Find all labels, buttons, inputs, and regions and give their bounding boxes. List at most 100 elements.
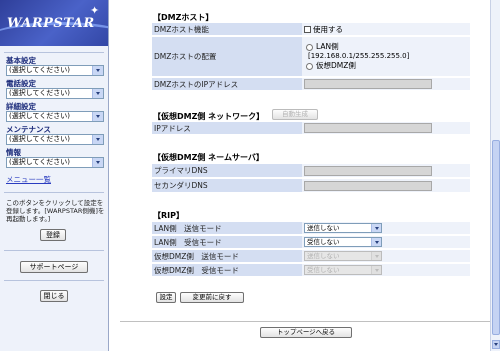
divider: [4, 280, 104, 281]
close-button[interactable]: 閉じる: [40, 290, 68, 302]
menu-list-link[interactable]: メニュー一覧: [6, 174, 51, 185]
checkbox-label: 使用する: [313, 24, 343, 34]
info-select[interactable]: (選択してください): [6, 157, 104, 168]
primary-dns-input[interactable]: [304, 165, 432, 176]
rip-virtual-receive-row: 仮想DMZ側 受信モード 受信しない: [152, 264, 470, 277]
virtual-receive-mode-select[interactable]: 受信しない: [304, 265, 382, 275]
menu-group-label: 基本設定: [6, 56, 36, 65]
revert-button[interactable]: 変更前に戻す: [180, 292, 244, 303]
rip-section-title: 【RIP】: [153, 211, 184, 220]
row-label: セカンダリDNS: [152, 179, 302, 192]
logo-text: WARPSTAR: [7, 16, 95, 31]
menu-group-advanced: 詳細設定 (選択してください): [6, 102, 104, 122]
placement-virtual-radio[interactable]: [306, 62, 313, 70]
row-label: LAN側 受信モード: [152, 236, 302, 248]
select-value: (選択してください): [9, 135, 71, 143]
virtual-ip-row: IPアドレス: [152, 122, 470, 135]
row-label: 仮想DMZ側 受信モード: [152, 264, 302, 276]
menu-group-label: メンテナンス: [6, 125, 51, 134]
select-value: (選択してください): [9, 158, 71, 166]
scrollbar-thumb[interactable]: [492, 140, 500, 335]
menu-group-label: 詳細設定: [6, 102, 36, 111]
select-value: 受信しない: [307, 238, 340, 246]
secondary-dns-row: セカンダリDNS: [152, 179, 470, 193]
rip-lan-send-row: LAN側 送信モード 送信しない: [152, 222, 470, 235]
chevron-down-icon: [371, 266, 381, 274]
support-page-button[interactable]: サポートページ: [20, 261, 88, 273]
row-label: IPアドレス: [152, 122, 302, 134]
chevron-down-icon: [92, 89, 103, 98]
scroll-down-icon[interactable]: [492, 340, 500, 349]
chevron-down-icon: [371, 238, 381, 246]
menu-group-maintenance: メンテナンス (選択してください): [6, 125, 104, 145]
maintenance-select[interactable]: (選択してください): [6, 134, 104, 145]
dmz-host-section-title: 【DMZホスト】: [153, 13, 214, 22]
chevron-down-icon: [92, 112, 103, 121]
top-page-button[interactable]: トップページへ戻る: [260, 327, 352, 338]
divider: [4, 192, 104, 193]
dmz-ip-row: DMZホストのIPアドレス: [152, 78, 470, 91]
virtual-dns-section-title: 【仮想DMZ側 ネームサーバ】: [153, 153, 264, 162]
virtual-network-section-title: 【仮想DMZ側 ネットワーク】: [153, 112, 265, 121]
select-value: (選択してください): [9, 89, 71, 97]
row-value: [302, 122, 470, 134]
warpstar-logo: WARPSTAR ✦: [0, 0, 108, 46]
dmz-ip-input[interactable]: [304, 79, 432, 89]
auto-generate-button[interactable]: 自動生成: [272, 109, 318, 120]
lan-option: LAN側: [304, 42, 339, 52]
row-label: プライマリDNS: [152, 164, 302, 177]
select-value: (選択してください): [9, 112, 71, 120]
rip-virtual-send-row: 仮想DMZ側 送信モード 送信しない: [152, 250, 470, 263]
virtual-ip-input[interactable]: [304, 123, 432, 133]
lan-address: [192.168.0.1/255.255.255.0]: [308, 51, 410, 60]
primary-dns-row: プライマリDNS: [152, 164, 470, 178]
row-label: DMZホストの配置: [152, 37, 302, 76]
row-value: 使用する: [302, 23, 470, 35]
chevron-down-icon: [92, 66, 103, 75]
settings-content-frame: 【DMZホスト】 DMZホスト機能 使用する DMZホストの配置 LAN側 [1…: [110, 0, 500, 351]
chevron-down-icon: [92, 158, 103, 167]
menu-group-label: 情報: [6, 148, 21, 157]
select-value: (選択してください): [9, 66, 71, 74]
rip-lan-receive-row: LAN側 受信モード 受信しない: [152, 236, 470, 249]
menu-group-info: 情報 (選択してください): [6, 148, 104, 168]
row-value: LAN側 [192.168.0.1/255.255.255.0] 仮想DMZ側: [302, 37, 470, 76]
phone-settings-select[interactable]: (選択してください): [6, 88, 104, 99]
menu-group-label: 電話設定: [6, 79, 36, 88]
select-value: 受信しない: [307, 266, 340, 274]
select-value: 送信しない: [307, 224, 340, 232]
lan-send-mode-select[interactable]: 送信しない: [304, 223, 382, 233]
vertical-scrollbar[interactable]: [490, 0, 500, 351]
virtual-send-mode-select[interactable]: 送信しない: [304, 251, 382, 261]
dmz-enable-checkbox[interactable]: [304, 25, 311, 33]
row-value: [302, 164, 470, 177]
menu-group-basic: 基本設定 (選択してください): [6, 56, 104, 76]
row-label: DMZホストのIPアドレス: [152, 78, 302, 90]
secondary-dns-input[interactable]: [304, 180, 432, 191]
row-value: [302, 179, 470, 192]
left-menu-frame: WARPSTAR ✦ 基本設定 (選択してください) 電話設定 (選択してくださ…: [0, 0, 109, 351]
register-button[interactable]: 登録: [40, 229, 66, 241]
divider: [120, 321, 490, 322]
dmz-function-row: DMZホスト機能 使用する: [152, 23, 470, 36]
virtual-option: 仮想DMZ側: [304, 61, 356, 71]
radio-label: LAN側: [316, 42, 339, 52]
menu-group-phone: 電話設定 (選択してください): [6, 79, 104, 99]
row-value: 受信しない: [302, 236, 470, 248]
advanced-settings-select[interactable]: (選択してください): [6, 111, 104, 122]
basic-settings-select[interactable]: (選択してください): [6, 65, 104, 76]
divider: [4, 52, 104, 53]
row-value: 送信しない: [302, 222, 470, 234]
row-label: 仮想DMZ側 送信モード: [152, 250, 302, 262]
select-value: 送信しない: [307, 252, 340, 260]
dmz-placement-row: DMZホストの配置 LAN側 [192.168.0.1/255.255.255.…: [152, 37, 470, 77]
star-icon: ✦: [90, 4, 100, 17]
divider: [4, 250, 104, 251]
lan-receive-mode-select[interactable]: 受信しない: [304, 237, 382, 247]
row-label: LAN側 送信モード: [152, 222, 302, 234]
row-label: DMZホスト機能: [152, 23, 302, 35]
chevron-down-icon: [92, 135, 103, 144]
row-value: [302, 78, 470, 90]
placement-lan-radio[interactable]: [306, 43, 313, 51]
set-button[interactable]: 設定: [156, 292, 176, 303]
